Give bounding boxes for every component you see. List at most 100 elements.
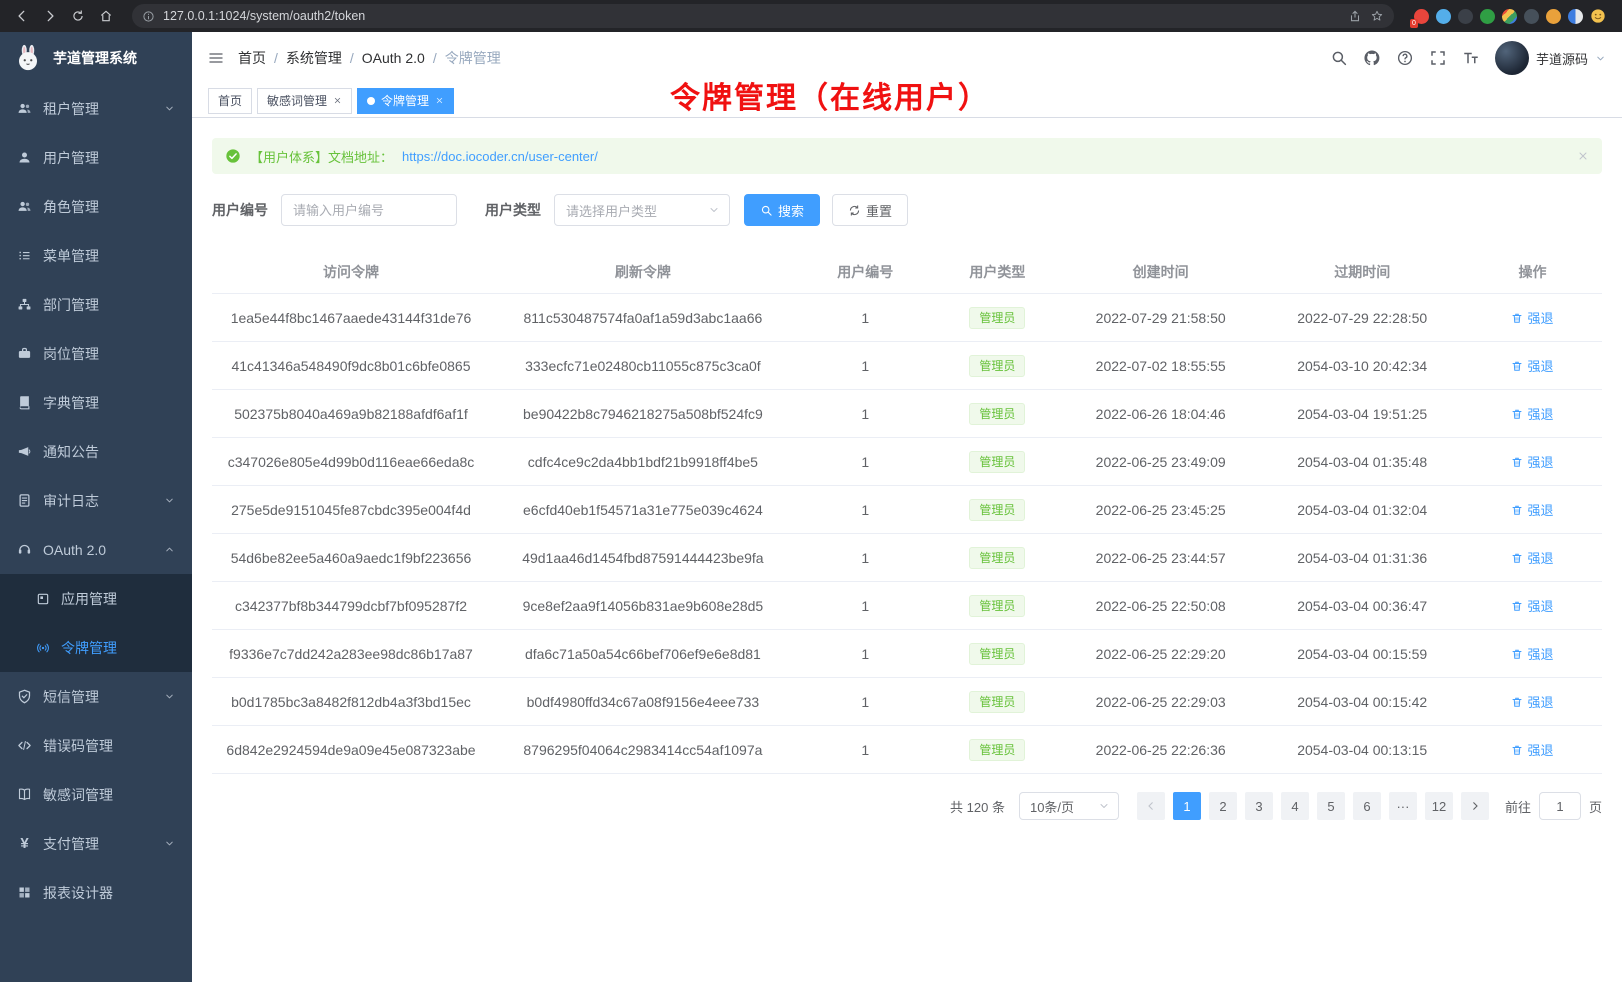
page-button[interactable]: 2	[1209, 792, 1237, 820]
sidebar-toggle-button[interactable]	[208, 50, 224, 66]
force-logout-button[interactable]: 强退	[1511, 452, 1553, 471]
page-button[interactable]: 4	[1281, 792, 1309, 820]
page-size-select[interactable]: 10条/页	[1019, 792, 1119, 820]
share-icon[interactable]	[1348, 9, 1362, 23]
user-type-select[interactable]: 请选择用户类型	[554, 194, 730, 226]
cell-refresh-token: 333ecfc71e02480cb11055c875c3ca0f	[490, 358, 796, 374]
cell-user-id: 1	[796, 694, 935, 710]
page-button[interactable]: 1	[1173, 792, 1201, 820]
breadcrumb-oauth[interactable]: OAuth 2.0	[362, 50, 425, 66]
sidebar-item-menu[interactable]: 菜单管理	[0, 231, 192, 280]
sidebar-item-error-code[interactable]: 错误码管理	[0, 721, 192, 770]
browser-home-button[interactable]	[94, 4, 118, 28]
force-logout-button[interactable]: 强退	[1511, 404, 1553, 423]
url-bar[interactable]: 127.0.0.1:1024/system/oauth2/token	[132, 4, 1394, 28]
tab-token[interactable]: 令牌管理	[357, 88, 454, 114]
next-page-button[interactable]	[1461, 792, 1489, 820]
tab-home[interactable]: 首页	[208, 88, 252, 114]
extension-icon[interactable]	[1568, 9, 1583, 24]
app-logo[interactable]: 芋道管理系统	[0, 32, 192, 84]
sidebar-item-oauth[interactable]: OAuth 2.0	[0, 525, 192, 574]
sidebar-item-oauth-app[interactable]: 应用管理	[0, 574, 192, 623]
force-logout-button[interactable]: 强退	[1511, 356, 1553, 375]
browser-back-button[interactable]	[10, 4, 34, 28]
page-button[interactable]: 3	[1245, 792, 1273, 820]
extension-icon[interactable]	[1502, 9, 1517, 24]
breadcrumb-home[interactable]: 首页	[238, 48, 266, 68]
sidebar-item-user[interactable]: 用户管理	[0, 133, 192, 182]
star-icon[interactable]	[1370, 9, 1384, 23]
extension-icon[interactable]: 0	[1414, 9, 1429, 24]
extension-icon[interactable]	[1458, 9, 1473, 24]
tab-sensitive-word[interactable]: 敏感词管理	[257, 88, 352, 114]
sidebar-item-oauth-token[interactable]: 令牌管理	[0, 623, 192, 672]
cell-user-id: 1	[796, 646, 935, 662]
sidebar-item-audit-log[interactable]: 审计日志	[0, 476, 192, 525]
browser-reload-button[interactable]	[66, 4, 90, 28]
github-icon[interactable]	[1363, 49, 1381, 67]
app-logo-image	[13, 43, 43, 73]
cell-actions: 强退	[1463, 356, 1602, 375]
alert-close-icon[interactable]	[1577, 150, 1589, 162]
yen-icon: ¥	[17, 835, 32, 852]
user-menu[interactable]: 芋道源码	[1495, 41, 1606, 75]
font-size-icon[interactable]	[1462, 49, 1480, 67]
force-logout-button[interactable]: 强退	[1511, 548, 1553, 567]
user-id-input[interactable]	[281, 194, 457, 226]
page-button[interactable]: 6	[1353, 792, 1381, 820]
close-icon[interactable]	[435, 96, 444, 105]
trash-icon	[1511, 408, 1523, 420]
cell-create-time: 2022-06-25 22:29:20	[1060, 646, 1262, 662]
force-logout-button[interactable]: 强退	[1511, 740, 1553, 759]
search-icon[interactable]	[1330, 49, 1348, 67]
sidebar-item-report-designer[interactable]: 报表设计器	[0, 868, 192, 917]
chevron-down-icon	[1098, 800, 1110, 812]
search-button[interactable]: 搜索	[744, 194, 820, 226]
more-pages-button[interactable]: ···	[1389, 792, 1417, 820]
sidebar-item-sensitive-word[interactable]: 敏感词管理	[0, 770, 192, 819]
sidebar-item-notice[interactable]: 通知公告	[0, 427, 192, 476]
search-form: 用户编号 用户类型 请选择用户类型 搜索 重置	[212, 194, 1602, 226]
sidebar-item-sms[interactable]: 短信管理	[0, 672, 192, 721]
cell-actions: 强退	[1463, 644, 1602, 663]
page-button[interactable]: 5	[1317, 792, 1345, 820]
reset-button[interactable]: 重置	[832, 194, 908, 226]
sidebar-item-label: 租户管理	[43, 99, 99, 119]
sidebar-item-dept[interactable]: 部门管理	[0, 280, 192, 329]
sidebar-item-role[interactable]: 角色管理	[0, 182, 192, 231]
browser-forward-button[interactable]	[38, 4, 62, 28]
close-icon[interactable]	[333, 96, 342, 105]
puzzle-extension-icon[interactable]	[1524, 9, 1539, 24]
force-logout-button[interactable]: 强退	[1511, 644, 1553, 663]
url-text: 127.0.0.1:1024/system/oauth2/token	[163, 9, 365, 23]
sidebar-item-dict[interactable]: 字典管理	[0, 378, 192, 427]
sidebar-item-label: 支付管理	[43, 834, 99, 854]
sidebar-item-post[interactable]: 岗位管理	[0, 329, 192, 378]
sidebar-item-pay[interactable]: ¥ 支付管理	[0, 819, 192, 868]
prev-page-button[interactable]	[1137, 792, 1165, 820]
cell-user-id: 1	[796, 406, 935, 422]
goto-page-input[interactable]	[1539, 792, 1581, 820]
cell-expire-time: 2054-03-04 19:51:25	[1261, 406, 1463, 422]
doc-link[interactable]: https://doc.iocoder.cn/user-center/	[402, 149, 598, 164]
help-icon[interactable]	[1396, 49, 1414, 67]
info-icon[interactable]	[142, 10, 155, 23]
sidebar-item-tenant[interactable]: 租户管理	[0, 84, 192, 133]
browser-profile-avatar[interactable]	[1590, 8, 1606, 24]
cell-actions: 强退	[1463, 308, 1602, 327]
megaphone-icon	[17, 444, 32, 459]
page-button[interactable]: 12	[1425, 792, 1453, 820]
fullscreen-icon[interactable]	[1429, 49, 1447, 67]
force-logout-button[interactable]: 强退	[1511, 596, 1553, 615]
user-type-badge: 管理员	[969, 307, 1025, 329]
breadcrumb-system[interactable]: 系统管理	[286, 48, 342, 68]
cell-actions: 强退	[1463, 452, 1602, 471]
cell-create-time: 2022-06-25 22:50:08	[1060, 598, 1262, 614]
cell-user-type: 管理员	[935, 643, 1060, 665]
extension-icon[interactable]	[1546, 9, 1561, 24]
extension-icon[interactable]	[1436, 9, 1451, 24]
force-logout-button[interactable]: 强退	[1511, 692, 1553, 711]
force-logout-button[interactable]: 强退	[1511, 308, 1553, 327]
extension-icon[interactable]	[1480, 9, 1495, 24]
force-logout-button[interactable]: 强退	[1511, 500, 1553, 519]
